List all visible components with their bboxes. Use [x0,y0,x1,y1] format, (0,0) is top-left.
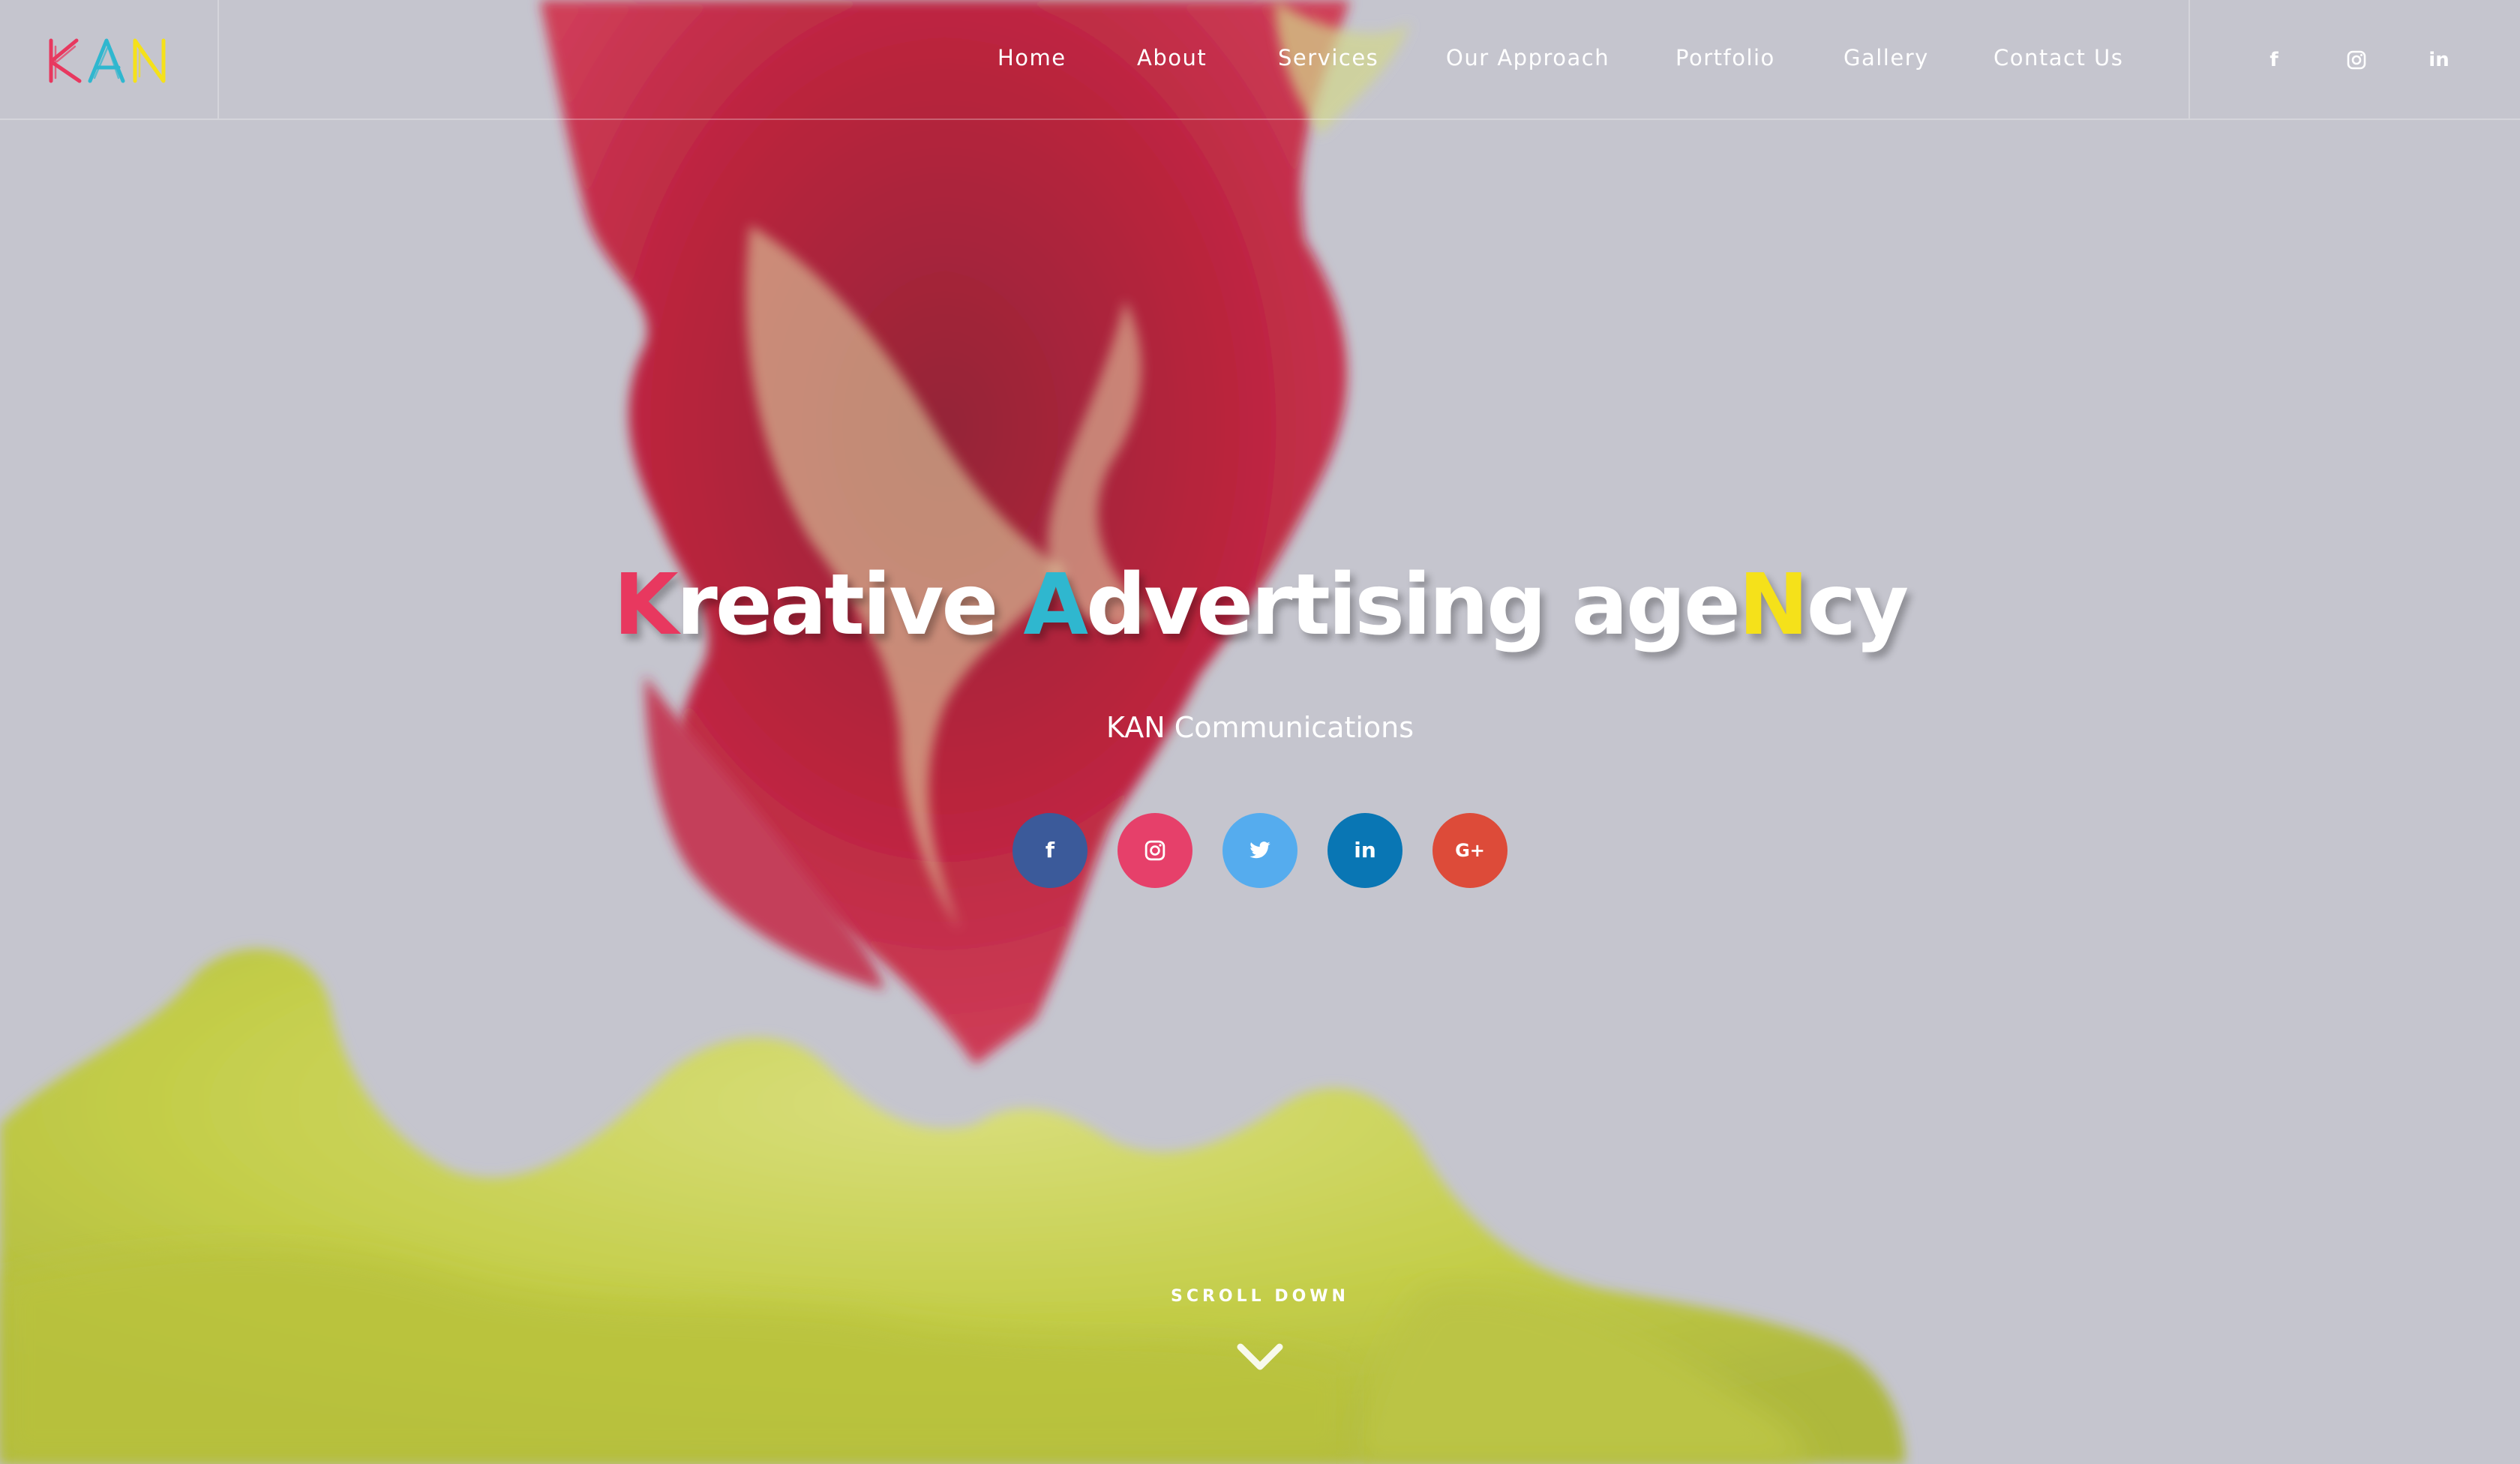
hero-title: Kreative Advertising ageNcy [0,556,2520,654]
nav-our-approach[interactable]: Our Approach [1446,45,1610,70]
hero-title-k: K [613,556,679,654]
page: Home About Services Our Approach Portfol… [0,0,2520,1464]
instagram-icon[interactable] [2342,45,2372,75]
nav-portfolio[interactable]: Portfolio [1676,45,1775,70]
nav-about[interactable]: About [1137,45,1207,70]
nav-services[interactable]: Services [1278,45,1378,70]
hero-title-n: N [1738,556,1809,654]
linkedin-icon[interactable]: in [2424,45,2454,75]
scroll-down-label[interactable]: SCROLL DOWN [0,1287,2520,1306]
instagram-icon [1144,840,1166,861]
hero-title-part: dvertising age [1086,556,1741,654]
nav-home[interactable]: Home [998,45,1066,70]
header-social-links: f in [2188,0,2520,118]
instagram-button[interactable] [1118,813,1192,888]
facebook-icon[interactable]: f [2259,45,2289,75]
google-plus-button[interactable]: G+ [1432,813,1508,888]
hero-social-buttons: f in G+ [0,813,2520,888]
linkedin-button[interactable]: in [1328,813,1402,888]
nav-contact-us[interactable]: Contact Us [1994,45,2123,70]
twitter-button[interactable] [1222,813,1298,888]
hero-title-a: A [1023,556,1088,654]
logo-area [0,0,219,118]
nav-gallery[interactable]: Gallery [1844,45,1929,70]
kan-logo[interactable] [46,36,174,84]
hero-title-part: reative [676,556,1024,654]
hero-subtitle: KAN Communications [1106,711,1414,744]
chevron-down-icon[interactable] [1236,1342,1284,1372]
hero-title-part: cy [1806,556,1909,654]
facebook-button[interactable]: f [1012,813,1088,888]
main-nav: Home About Services Our Approach Portfol… [975,0,2190,118]
twitter-icon [1250,842,1270,859]
site-header: Home About Services Our Approach Portfol… [0,0,2520,120]
